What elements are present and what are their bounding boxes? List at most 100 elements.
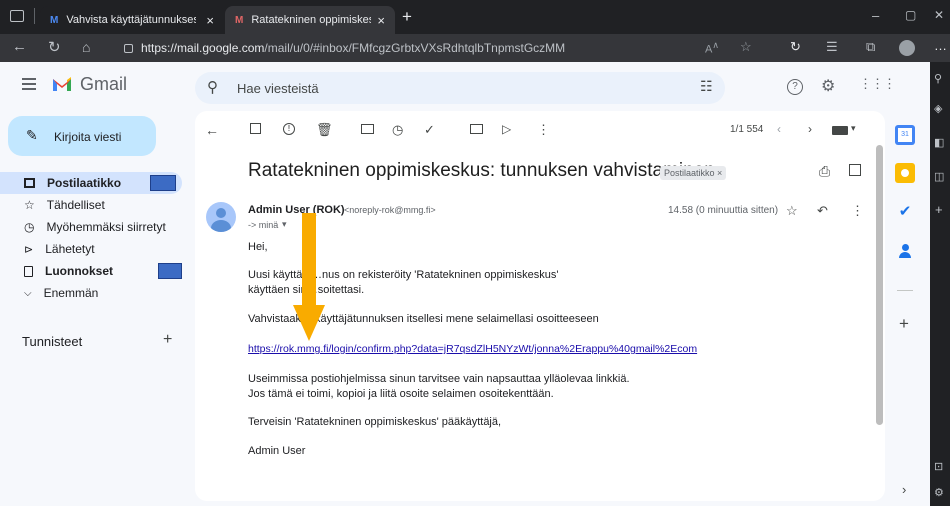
search-bar[interactable]: ⚲ Hae viesteistä ☷ [195,72,725,104]
add-label-button[interactable]: + [163,331,172,349]
older-icon[interactable]: ‹ [777,122,781,136]
print-icon[interactable]: ⎙ [819,163,830,180]
refresh-tab-icon[interactable]: ↻ [790,39,801,55]
main-menu-icon[interactable] [22,78,36,90]
tasks-icon[interactable]: ✔ [895,202,915,222]
office-icon[interactable]: ◧ [934,136,944,149]
star-icon: ☆ [24,198,35,212]
more-actions-icon[interactable]: ⋮ [537,122,550,138]
draft-icon [24,265,33,277]
search-input[interactable]: Hae viesteistä [237,81,319,96]
get-addons-icon[interactable]: + [899,314,909,334]
sidebar-item-label: Postilaatikko [47,176,122,190]
star-icon[interactable]: ☆ [786,203,798,219]
recipient-details-icon[interactable]: ▾ [282,219,287,230]
split-screen-icon[interactable]: ⊡ [934,460,943,473]
scrollbar-thumb[interactable] [876,145,883,425]
home-icon[interactable]: ⌂ [82,39,90,55]
sidebar-item-snoozed[interactable]: ◷ Myöhemmäksi siirretyt [0,216,182,238]
browser-toolbar: ← ↻ ⌂ https://mail.google.com/mail/u/0/#… [0,34,950,62]
add-task-icon[interactable]: ✓ [424,122,435,138]
tab-actions-icon[interactable] [10,10,24,22]
help-icon[interactable]: ? [787,79,803,95]
tab-close-icon[interactable]: × [377,13,385,28]
label-icon[interactable]: ▷ [502,122,511,136]
report-spam-icon[interactable]: ! [283,123,295,135]
apps-grid-icon[interactable]: ⋮⋮⋮ [859,76,896,92]
tab-title: Vahvista käyttäjätunnuksesi [66,14,197,26]
search-icon[interactable]: ⚲ [207,78,218,96]
lock-icon [124,43,133,53]
move-to-icon[interactable] [470,124,483,134]
label-chip-close-icon[interactable]: × [717,168,722,178]
shopping-icon[interactable]: ◈ [934,102,942,115]
confirm-link[interactable]: https://rok.mmg.fi/login/confirm.php?dat… [248,343,697,355]
sidebar-item-more[interactable]: ⌵ Enemmän [0,282,182,304]
sidebar-item-label: Myöhemmäksi siirretyt [46,220,166,234]
settings-icon[interactable]: ⚙ [934,486,944,499]
reply-icon[interactable]: ↶ [817,203,828,219]
body-line-6: Terveisin 'Ratatekninen oppimiskeskus' p… [248,416,502,428]
back-to-inbox-icon[interactable]: ← [205,122,219,138]
settings-icon[interactable]: ⚙ [821,76,835,96]
sidebar-item-sent[interactable]: ⊳ Lähetetyt [0,238,182,260]
label-chip-text: Postilaatikko [664,168,715,178]
label-chip[interactable]: Postilaatikko × [660,166,727,180]
keep-icon[interactable] [895,163,915,183]
search-icon[interactable]: ⚲ [934,72,942,85]
contacts-icon[interactable] [895,241,915,261]
compose-label: Kirjoita viesti [54,130,122,144]
favorites-icon[interactable]: ☆ [740,39,752,55]
minimize-button[interactable]: – [872,8,879,23]
sidebar-item-label: Luonnokset [45,264,113,278]
drafts-count-badge [158,263,182,279]
email-time: 14.58 (0 minuuttia sitten) [668,205,779,216]
open-new-window-icon[interactable] [849,164,861,176]
hide-side-panel-icon[interactable]: › [902,482,906,497]
tab-favicon-icon: M [50,14,59,26]
snooze-icon[interactable]: ◷ [392,122,403,138]
search-options-icon[interactable]: ☷ [700,78,713,95]
labels-header: Tunnisteet [22,334,83,349]
sidebar-item-starred[interactable]: ☆ Tähdelliset [0,194,182,216]
add-icon[interactable]: + [935,202,943,217]
mark-unread-icon[interactable] [361,124,374,134]
more-options-icon[interactable]: ⋮ [851,203,864,219]
tab-ratatekninen[interactable]: M Ratatekninen oppimiskeskus: tun × [225,6,395,34]
keyboard-icon[interactable] [832,126,848,135]
chevron-down-icon[interactable]: ▾ [851,123,856,134]
divider [897,290,913,291]
browser-sidebar: ⚲ ◈ ◧ ◫ + ⊡ ⚙ [930,62,950,506]
pagination-count: 1/1 554 [730,124,764,135]
new-tab-button[interactable]: + [402,7,412,27]
inbox-count-badge [150,175,176,191]
delete-icon[interactable]: 🗑 [316,122,333,138]
restore-button[interactable]: ▢ [905,8,916,22]
recipient[interactable]: -> minä [248,220,278,230]
tab-favicon-icon: M [235,14,244,26]
newer-icon[interactable]: › [808,122,812,136]
gmail-logo-text: Gmail [80,74,128,94]
address-bar[interactable]: https://mail.google.com/mail/u/0/#inbox/… [120,37,788,59]
collections-icon[interactable]: ☰ [826,39,838,55]
read-aloud-icon[interactable]: A∧ [705,40,719,56]
sidebar-item-drafts[interactable]: Luonnokset [0,260,182,282]
pencil-icon: ✎ [26,127,38,143]
back-icon[interactable]: ← [12,38,27,55]
divider [34,8,35,24]
tab-close-icon[interactable]: × [206,13,214,28]
sender-avatar [206,202,236,232]
profile-avatar[interactable] [899,40,915,56]
extensions-icon[interactable]: ⧉ [866,39,875,55]
outlook-icon[interactable]: ◫ [934,170,944,183]
calendar-icon[interactable]: 31 [895,125,915,145]
more-menu-icon[interactable]: … [934,38,947,53]
tab-vahvista[interactable]: M Vahvista käyttäjätunnuksesi × [40,6,225,34]
sidebar-item-inbox[interactable]: Postilaatikko [0,172,182,194]
reload-icon[interactable]: ↻ [48,38,61,56]
email-subject: Ratatekninen oppimiskeskus: tunnuksen va… [248,160,715,181]
archive-icon[interactable] [250,123,261,134]
close-window-button[interactable]: ✕ [934,8,944,22]
body-line-4: Useimmissa postiohjelmissa sinun tarvits… [248,373,630,385]
compose-button[interactable]: ✎ Kirjoita viesti [8,116,156,156]
